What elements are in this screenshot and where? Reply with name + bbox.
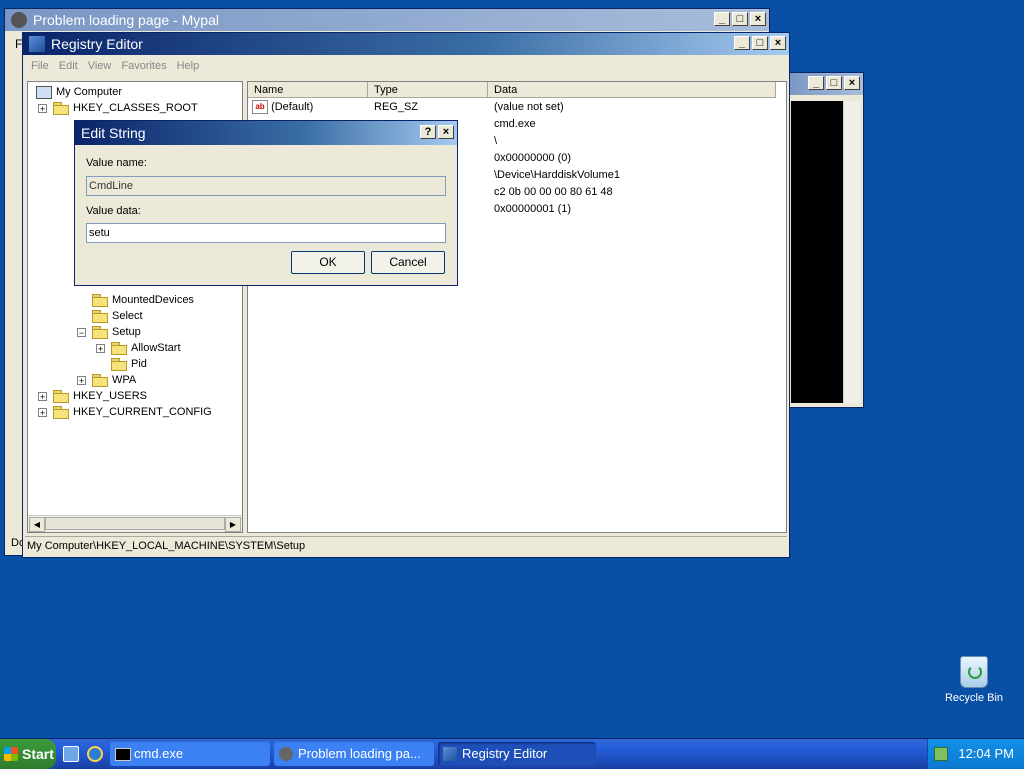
tree-item-hku[interactable]: + HKEY_USERS xyxy=(38,388,147,404)
collapse-icon[interactable]: − xyxy=(77,327,86,337)
browser-titlebar[interactable]: Problem loading page - Mypal _ □ × xyxy=(5,9,769,31)
cmd-window: _ □ × xyxy=(786,72,864,408)
recycle-bin-shortcut[interactable]: Recycle Bin xyxy=(936,656,1012,710)
close-button[interactable]: × xyxy=(750,12,766,26)
cmd-scrollbar[interactable] xyxy=(843,101,860,403)
system-tray: 12:04 PM xyxy=(927,739,1024,769)
folder-icon xyxy=(92,310,108,323)
recycle-bin-icon xyxy=(960,656,988,688)
scroll-left-button[interactable]: ◀ xyxy=(29,517,45,532)
cmd-console[interactable] xyxy=(791,101,843,403)
value-name-label: Value name: xyxy=(86,157,147,169)
regedit-menubar: File Edit View Favorites Help xyxy=(25,57,787,75)
tree-item-wpa[interactable]: + WPA xyxy=(77,372,136,388)
dialog-titlebar[interactable]: Edit String ? × xyxy=(75,121,457,145)
table-row[interactable]: ab (Default) REG_SZ (value not set) xyxy=(252,99,772,116)
menu-favorites[interactable]: Favorites xyxy=(121,60,166,72)
menu-view[interactable]: View xyxy=(88,60,112,72)
value-name-field: CmdLine xyxy=(86,176,446,196)
raccoon-icon xyxy=(11,12,27,28)
folder-icon xyxy=(53,406,69,419)
cmd-titlebar[interactable]: _ □ × xyxy=(787,73,863,95)
tree-item-hkcc[interactable]: + HKEY_CURRENT_CONFIG xyxy=(38,404,212,420)
regedit-window: Registry Editor _ □ × File Edit View Fav… xyxy=(22,32,790,558)
dialog-title: Edit String xyxy=(81,125,146,141)
regedit-icon xyxy=(443,747,457,761)
quicklaunch-desktop-icon[interactable] xyxy=(63,746,79,762)
ok-button[interactable]: OK xyxy=(291,251,365,274)
task-cmd[interactable]: cmd.exe xyxy=(110,742,270,766)
clock[interactable]: 12:04 PM xyxy=(958,739,1014,769)
scroll-thumb[interactable] xyxy=(45,517,225,530)
edit-string-dialog: Edit String ? × Value name: CmdLine Valu… xyxy=(74,120,458,286)
folder-icon xyxy=(111,358,127,371)
maximize-button[interactable]: □ xyxy=(752,36,768,50)
value-data-input[interactable]: setu xyxy=(86,223,446,243)
cancel-button[interactable]: Cancel xyxy=(371,251,445,274)
scroll-right-button[interactable]: ▶ xyxy=(225,517,241,532)
help-button[interactable]: ? xyxy=(420,125,436,139)
minimize-button[interactable]: _ xyxy=(714,12,730,26)
start-button[interactable]: Start xyxy=(0,739,56,769)
tree-item-select[interactable]: Select xyxy=(92,308,143,324)
tree-item-allowstart[interactable]: + AllowStart xyxy=(96,340,181,356)
open-folder-icon xyxy=(92,326,108,339)
raccoon-icon xyxy=(279,747,293,761)
expand-icon[interactable]: + xyxy=(96,343,105,353)
folder-icon xyxy=(111,342,127,355)
tree-item-my-computer[interactable]: My Computer xyxy=(36,84,122,100)
browser-title: Problem loading page - Mypal xyxy=(33,12,219,28)
tree-hscrollbar[interactable]: ◀ ▶ xyxy=(28,515,242,532)
close-button[interactable]: × xyxy=(438,125,454,139)
regedit-icon xyxy=(29,36,45,52)
close-button[interactable]: × xyxy=(844,76,860,90)
tree-item-pid[interactable]: Pid xyxy=(111,356,147,372)
folder-icon xyxy=(53,390,69,403)
quicklaunch-ie-icon[interactable] xyxy=(87,746,103,762)
menu-edit[interactable]: Edit xyxy=(59,60,78,72)
expand-icon[interactable]: + xyxy=(38,103,47,113)
maximize-button[interactable]: □ xyxy=(826,76,842,90)
folder-icon xyxy=(92,294,108,307)
minimize-button[interactable]: _ xyxy=(808,76,824,90)
folder-icon xyxy=(53,102,69,115)
menu-help[interactable]: Help xyxy=(177,60,200,72)
string-value-icon: ab xyxy=(252,100,268,115)
network-icon[interactable] xyxy=(934,747,948,761)
taskbar: Start cmd.exe Problem loading pa... Regi… xyxy=(0,738,1024,769)
col-header-data[interactable]: Data xyxy=(488,82,776,98)
tree-item-hkcr[interactable]: + HKEY_CLASSES_ROOT xyxy=(38,100,198,116)
menu-file[interactable]: File xyxy=(31,60,49,72)
regedit-statusbar: My Computer\HKEY_LOCAL_MACHINE\SYSTEM\Se… xyxy=(25,536,787,555)
regedit-titlebar[interactable]: Registry Editor _ □ × xyxy=(23,33,789,55)
value-data-label: Value data: xyxy=(86,205,141,217)
minimize-button[interactable]: _ xyxy=(734,36,750,50)
task-browser[interactable]: Problem loading pa... xyxy=(274,742,434,766)
regedit-title: Registry Editor xyxy=(51,36,143,52)
windows-logo-icon xyxy=(4,747,18,761)
task-regedit[interactable]: Registry Editor xyxy=(438,742,596,766)
col-header-name[interactable]: Name xyxy=(248,82,368,98)
maximize-button[interactable]: □ xyxy=(732,12,748,26)
tree-item-mounted[interactable]: MountedDevices xyxy=(92,292,194,308)
folder-icon xyxy=(92,374,108,387)
tree-item-setup[interactable]: − Setup xyxy=(77,324,141,340)
computer-icon xyxy=(36,85,52,99)
close-button[interactable]: × xyxy=(770,36,786,50)
expand-icon[interactable]: + xyxy=(77,375,86,385)
cmd-icon xyxy=(115,748,131,761)
recycle-bin-label: Recycle Bin xyxy=(944,692,1004,704)
expand-icon[interactable]: + xyxy=(38,407,47,417)
expand-icon[interactable]: + xyxy=(38,391,47,401)
col-header-type[interactable]: Type xyxy=(368,82,488,98)
